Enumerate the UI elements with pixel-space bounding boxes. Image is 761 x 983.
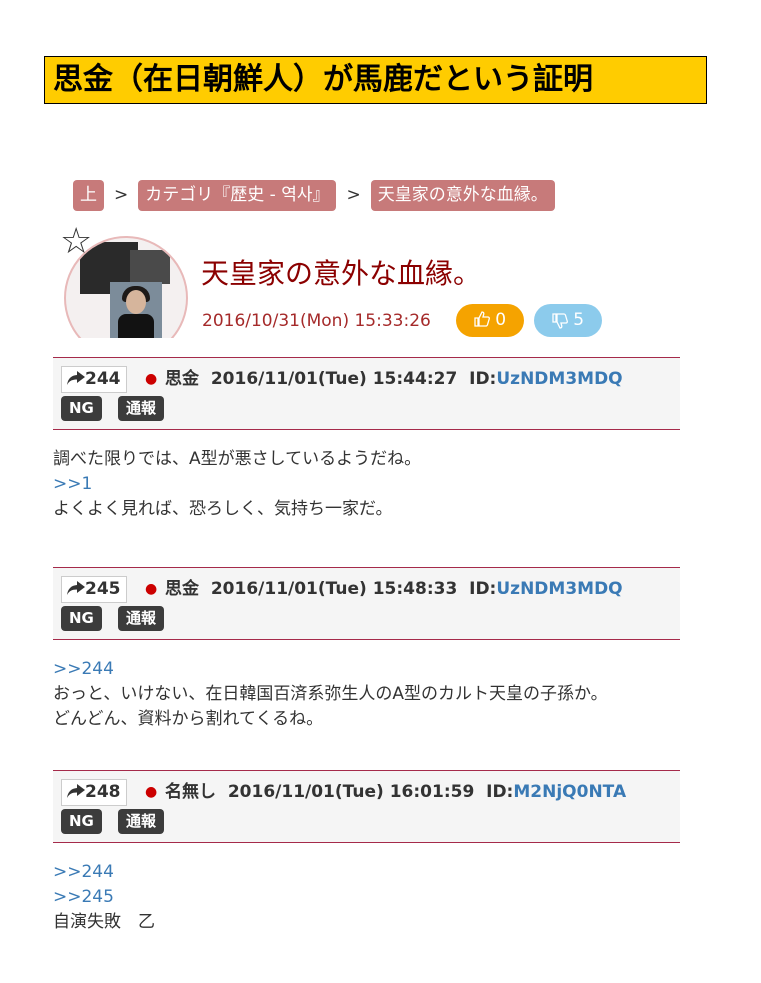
person-face xyxy=(126,290,146,314)
share-arrow-icon xyxy=(67,784,85,798)
reply-anchor-link[interactable]: >>244 xyxy=(53,657,680,682)
post-245: 245 ● 思金 2016/11/01(Tue) 15:48:33 ID:UzN… xyxy=(53,567,680,732)
thumbs-down-icon xyxy=(552,313,568,329)
breadcrumb-separator: > xyxy=(346,185,361,205)
reply-anchor-link[interactable]: >>245 xyxy=(53,885,680,910)
red-dot-icon: ● xyxy=(145,784,158,800)
post-author: 名無し xyxy=(165,782,216,802)
post-meta: 思金 2016/11/01(Tue) 15:44:27 ID:UzNDM3MDQ xyxy=(165,366,623,393)
id-label: ID: xyxy=(469,369,497,389)
share-arrow-icon xyxy=(67,371,85,385)
post-text-line: どんどん、資料から割れてくるね。 xyxy=(53,709,324,729)
post-body: >>244 >>245 自演失敗 乙 xyxy=(53,843,680,935)
user-id-link[interactable]: UzNDM3MDQ xyxy=(496,369,622,389)
post-author: 思金 xyxy=(165,579,199,599)
article-title: 天皇家の意外な血縁。 xyxy=(201,257,482,290)
post-244: 244 ● 思金 2016/11/01(Tue) 15:44:27 ID:UzN… xyxy=(53,357,680,522)
post-body: 調べた限りでは、A型が悪さしているようだね。 >>1 よくよく見れば、恐ろしく、… xyxy=(53,430,680,522)
breadcrumb-item-current[interactable]: 天皇家の意外な血縁。 xyxy=(370,180,555,211)
post-body: >>244 おっと、いけない、在日韓国百済系弥生人のA型のカルト天皇の子孫か。 … xyxy=(53,640,680,732)
post-datetime: 2016/11/01(Tue) 15:48:33 xyxy=(210,579,458,599)
reply-number: 245 xyxy=(85,579,121,599)
red-dot-icon: ● xyxy=(145,581,158,597)
reply-number-button[interactable]: 244 xyxy=(61,366,127,393)
site-title[interactable]: 思金（在日朝鮮人）が馬鹿だという証明 xyxy=(44,56,707,104)
reply-anchor-link[interactable]: >>1 xyxy=(53,472,680,497)
post-header: 248 ● 名無し 2016/11/01(Tue) 16:01:59 ID:M2… xyxy=(53,770,680,843)
post-meta: 思金 2016/11/01(Tue) 15:48:33 ID:UzNDM3MDQ xyxy=(165,576,623,603)
thumbnail-photo-grey xyxy=(130,250,170,284)
post-text-line: 自演失敗 乙 xyxy=(53,912,155,932)
person-suit xyxy=(118,314,154,338)
article-date: 2016/10/31(Mon) 15:33:26 xyxy=(202,311,431,331)
good-vote-button[interactable]: 0 xyxy=(456,304,524,337)
post-text-line: 調べた限りでは、A型が悪さしているようだね。 xyxy=(53,449,422,469)
report-button[interactable]: 通報 xyxy=(118,606,165,631)
post-meta: 名無し 2016/11/01(Tue) 16:01:59 ID:M2NjQ0NT… xyxy=(165,779,626,806)
user-id-link[interactable]: UzNDM3MDQ xyxy=(496,579,622,599)
bad-vote-button[interactable]: 5 xyxy=(534,304,602,337)
breadcrumb-item-category[interactable]: カテゴリ『歴史 - 역사』 xyxy=(138,180,337,211)
star-outline-icon[interactable]: ☆ xyxy=(60,224,92,260)
id-label: ID: xyxy=(486,782,514,802)
post-datetime: 2016/11/01(Tue) 15:44:27 xyxy=(210,369,458,389)
thumbs-up-icon xyxy=(474,311,490,327)
post-author: 思金 xyxy=(165,369,199,389)
reply-number: 244 xyxy=(85,369,121,389)
reply-number: 248 xyxy=(85,782,121,802)
post-text-line: おっと、いけない、在日韓国百済系弥生人のA型のカルト天皇の子孫か。 xyxy=(53,684,608,704)
breadcrumb: 上 > カテゴリ『歴史 - 역사』 > 天皇家の意外な血縁。 xyxy=(73,180,555,211)
post-text-line: よくよく見れば、恐ろしく、気持ち一家だ。 xyxy=(53,499,393,519)
breadcrumb-separator: > xyxy=(114,185,129,205)
ng-button[interactable]: NG xyxy=(61,606,102,631)
reply-number-button[interactable]: 245 xyxy=(61,576,127,603)
post-header: 244 ● 思金 2016/11/01(Tue) 15:44:27 ID:UzN… xyxy=(53,357,680,430)
post-header: 245 ● 思金 2016/11/01(Tue) 15:48:33 ID:UzN… xyxy=(53,567,680,640)
report-button[interactable]: 通報 xyxy=(118,809,165,834)
thumbnail-photo-person xyxy=(110,282,162,338)
red-dot-icon: ● xyxy=(145,371,158,387)
post-datetime: 2016/11/01(Tue) 16:01:59 xyxy=(227,782,475,802)
report-button[interactable]: 通報 xyxy=(118,396,165,421)
ng-button[interactable]: NG xyxy=(61,396,102,421)
ng-button[interactable]: NG xyxy=(61,809,102,834)
breadcrumb-item-top[interactable]: 上 xyxy=(73,180,104,211)
bad-vote-count: 5 xyxy=(573,310,585,330)
post-248: 248 ● 名無し 2016/11/01(Tue) 16:01:59 ID:M2… xyxy=(53,770,680,935)
reply-number-button[interactable]: 248 xyxy=(61,779,127,806)
reply-anchor-link[interactable]: >>244 xyxy=(53,860,680,885)
id-label: ID: xyxy=(469,579,497,599)
user-id-link[interactable]: M2NjQ0NTA xyxy=(513,782,626,802)
share-arrow-icon xyxy=(67,581,85,595)
good-vote-count: 0 xyxy=(495,310,507,330)
